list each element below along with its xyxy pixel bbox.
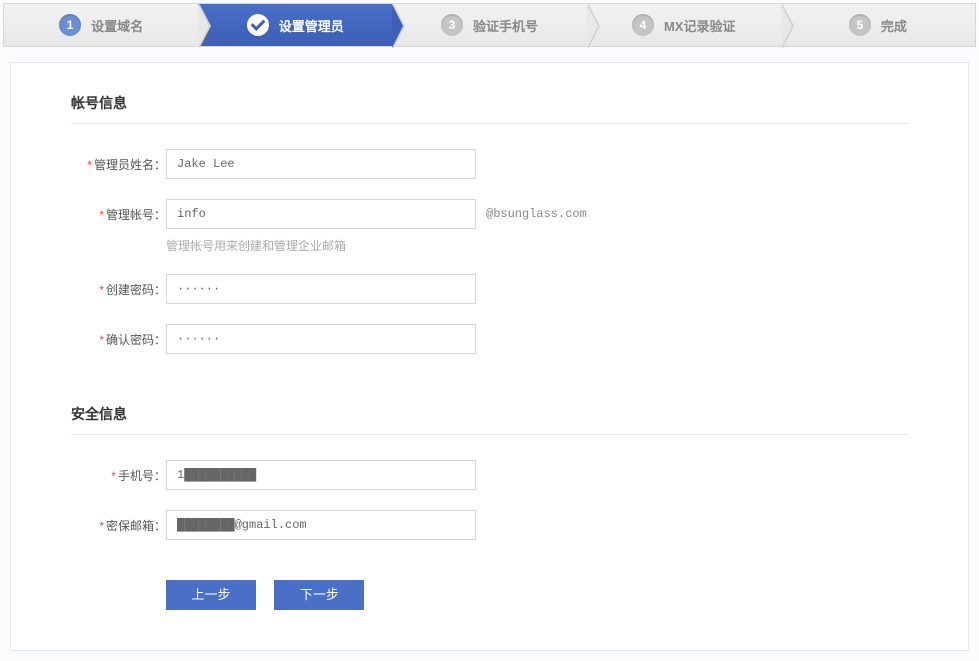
step-domain[interactable]: 1 设置域名 bbox=[4, 4, 198, 46]
create-password-label: *创建密码： bbox=[71, 274, 166, 298]
step-num-3: 3 bbox=[441, 14, 463, 36]
wizard-steps: 1 设置域名 设置管理员 3 验证手机号 4 MX记录验证 5 完成 bbox=[3, 3, 976, 47]
step-num-4: 4 bbox=[632, 14, 654, 36]
step-label: MX记录验证 bbox=[664, 16, 736, 35]
required-mark: * bbox=[99, 519, 104, 533]
phone-row: *手机号： bbox=[71, 460, 908, 490]
confirm-password-row: *确认密码： bbox=[71, 324, 908, 354]
security-section-title: 安全信息 bbox=[71, 404, 908, 435]
phone-input[interactable] bbox=[166, 460, 476, 490]
confirm-password-input[interactable] bbox=[166, 324, 476, 354]
step-phone-verify[interactable]: 3 验证手机号 bbox=[392, 4, 586, 46]
account-section-title: 帐号信息 bbox=[71, 93, 908, 124]
admin-account-helper: 管理帐号用来创建和管理企业邮箱 bbox=[166, 237, 587, 254]
required-mark: * bbox=[111, 469, 116, 483]
admin-account-row: *管理帐号： @bsunglass.com 管理帐号用来创建和管理企业邮箱 bbox=[71, 199, 908, 254]
form-panel: 帐号信息 *管理员姓名： *管理帐号： @bsunglass.com 管理帐号用… bbox=[10, 62, 969, 651]
admin-name-label: *管理员姓名： bbox=[71, 149, 166, 173]
recovery-email-row: *密保邮箱： bbox=[71, 510, 908, 540]
required-mark: * bbox=[99, 283, 104, 297]
confirm-password-label: *确认密码： bbox=[71, 324, 166, 348]
admin-account-label: *管理帐号： bbox=[71, 199, 166, 223]
create-password-input[interactable] bbox=[166, 274, 476, 304]
step-mx-verify[interactable]: 4 MX记录验证 bbox=[587, 4, 781, 46]
step-admin[interactable]: 设置管理员 bbox=[198, 4, 392, 46]
admin-name-row: *管理员姓名： bbox=[71, 149, 908, 179]
create-password-row: *创建密码： bbox=[71, 274, 908, 304]
phone-label: *手机号： bbox=[71, 460, 166, 484]
button-row: 上一步 下一步 bbox=[166, 580, 908, 610]
step-label: 完成 bbox=[881, 16, 907, 35]
recovery-email-input[interactable] bbox=[166, 510, 476, 540]
next-button[interactable]: 下一步 bbox=[274, 580, 364, 610]
recovery-email-label: *密保邮箱： bbox=[71, 510, 166, 534]
required-mark: * bbox=[99, 333, 104, 347]
admin-name-input[interactable] bbox=[166, 149, 476, 179]
step-label: 设置域名 bbox=[91, 16, 143, 35]
checkmark-icon bbox=[247, 14, 269, 36]
step-num-5: 5 bbox=[849, 14, 871, 36]
step-label: 验证手机号 bbox=[473, 16, 538, 35]
required-mark: * bbox=[87, 158, 92, 172]
required-mark: * bbox=[99, 208, 104, 222]
step-num-1: 1 bbox=[59, 14, 81, 36]
step-label: 设置管理员 bbox=[279, 16, 344, 35]
domain-suffix: @bsunglass.com bbox=[486, 207, 587, 221]
step-complete[interactable]: 5 完成 bbox=[781, 4, 975, 46]
prev-button[interactable]: 上一步 bbox=[166, 580, 256, 610]
admin-account-input[interactable] bbox=[166, 199, 476, 229]
